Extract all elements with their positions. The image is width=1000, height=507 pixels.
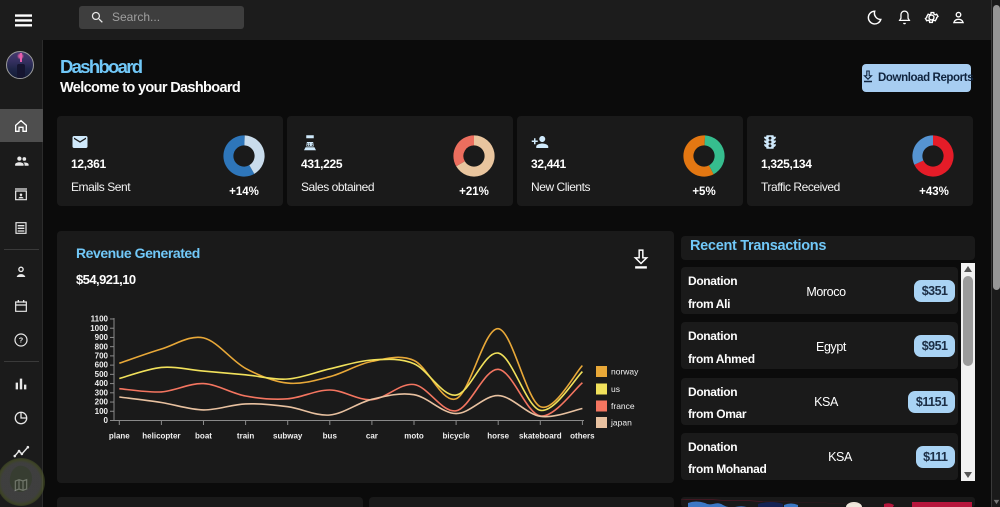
- svg-text:1100: 1100: [91, 315, 109, 324]
- svg-text:plane: plane: [109, 432, 130, 441]
- svg-text:us: us: [611, 384, 620, 394]
- svg-text:bus: bus: [323, 432, 338, 441]
- svg-text:others: others: [570, 432, 595, 441]
- svg-text:boat: boat: [195, 432, 212, 441]
- svg-text:1000: 1000: [90, 324, 108, 333]
- svg-text:400: 400: [95, 379, 109, 388]
- svg-text:car: car: [366, 432, 378, 441]
- svg-text:600: 600: [95, 361, 109, 370]
- svg-text:800: 800: [95, 342, 109, 351]
- svg-text:moto: moto: [404, 432, 424, 441]
- svg-text:france: france: [611, 401, 635, 411]
- svg-text:japan: japan: [610, 418, 632, 428]
- svg-text:subway: subway: [273, 432, 303, 441]
- svg-text:300: 300: [95, 388, 109, 397]
- svg-text:helicopter: helicopter: [142, 432, 180, 441]
- svg-text:0: 0: [104, 416, 109, 425]
- svg-text:500: 500: [95, 370, 109, 379]
- svg-text:horse: horse: [487, 432, 509, 441]
- svg-text:skateboard: skateboard: [519, 432, 562, 441]
- svg-text:bicycle: bicycle: [443, 432, 471, 441]
- svg-text:train: train: [237, 432, 254, 441]
- svg-text:norway: norway: [611, 367, 639, 377]
- svg-text:700: 700: [95, 351, 109, 360]
- svg-text:200: 200: [95, 398, 109, 407]
- svg-text:100: 100: [95, 407, 109, 416]
- svg-text:900: 900: [95, 333, 109, 342]
